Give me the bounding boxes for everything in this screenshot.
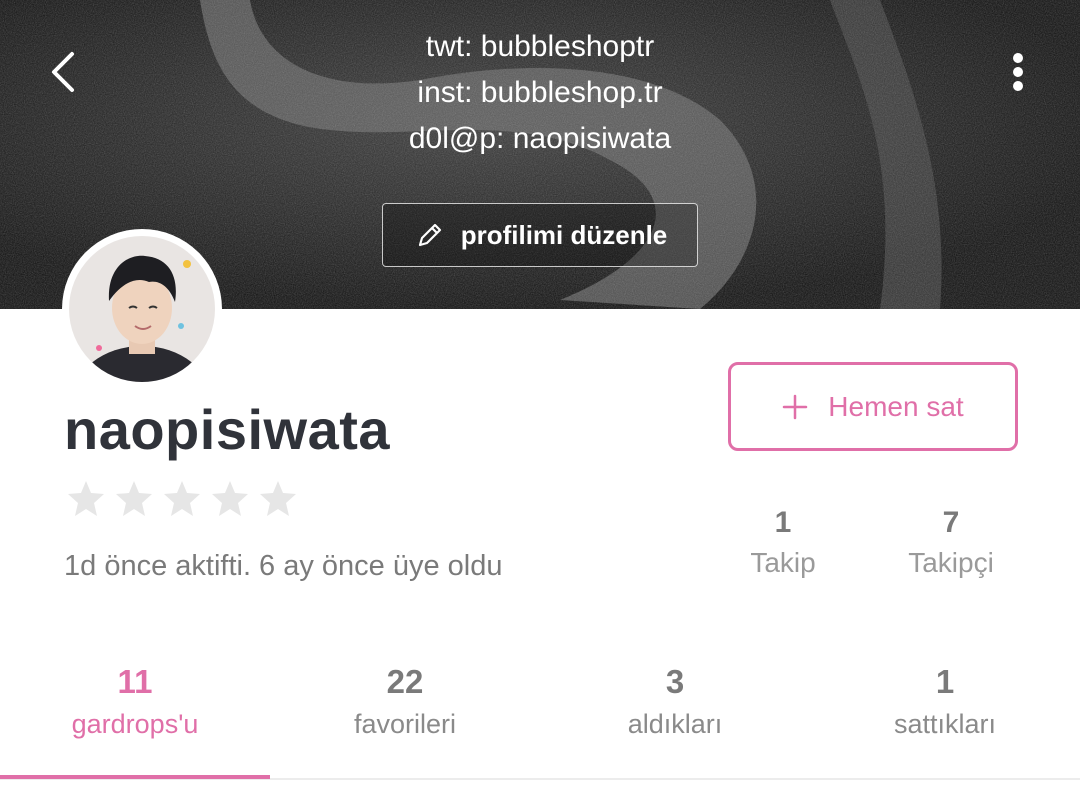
star-icon	[116, 481, 152, 516]
more-vertical-icon	[1013, 53, 1023, 91]
tab-purchased[interactable]: 3 aldıkları	[540, 660, 810, 778]
following-label: Takip	[750, 547, 816, 578]
plus-icon	[783, 394, 808, 419]
edit-profile-label: profilimi düzenle	[460, 219, 668, 250]
star-icon	[164, 481, 200, 516]
tab-count: 3	[665, 663, 685, 700]
more-options-button[interactable]	[1000, 46, 1036, 98]
following-stat[interactable]: 1 Takip	[708, 505, 858, 585]
tab-label: aldıkları	[627, 709, 723, 739]
profile-bio: twt: bubbleshoptr inst: bubbleshop.tr d0…	[0, 24, 1080, 162]
avatar[interactable]	[62, 229, 222, 389]
followers-label: Takipçi	[908, 547, 994, 578]
following-count: 1	[774, 506, 792, 539]
tab-sold[interactable]: 1 sattıkları	[810, 660, 1080, 778]
tab-count: 22	[386, 663, 424, 700]
edit-profile-button[interactable]: profilimi düzenle	[382, 203, 698, 267]
tab-label: favorileri	[353, 709, 457, 739]
followers-stat[interactable]: 7 Takipçi	[876, 505, 1026, 585]
tab-label: gardrops'u	[71, 709, 199, 739]
profile-tabs: 11 gardrops'u 22 favorileri 3 aldıkları …	[0, 660, 1080, 780]
tab-label: sattıkları	[893, 709, 997, 739]
bio-line: inst: bubbleshop.tr	[417, 76, 663, 109]
sell-now-button[interactable]: Hemen sat	[728, 362, 1018, 451]
bio-line: d0l@p: naopisiwata	[408, 122, 672, 155]
username: naopisiwata	[64, 398, 391, 461]
tab-count: 1	[935, 663, 955, 700]
tab-favorites[interactable]: 22 favorileri	[270, 660, 540, 778]
star-icon	[212, 481, 248, 516]
tab-wardrobe[interactable]: 11 gardrops'u	[0, 660, 270, 778]
activity-text: 1d önce aktifti. 6 ay önce üye oldu	[64, 550, 503, 582]
bio-line: twt: bubbleshoptr	[425, 30, 655, 63]
active-tab-indicator	[0, 775, 270, 779]
tab-count: 11	[117, 663, 153, 700]
avatar-photo	[69, 236, 215, 382]
star-icon	[260, 481, 296, 516]
sell-now-label: Hemen sat	[828, 390, 964, 422]
followers-count: 7	[942, 506, 960, 539]
star-icon	[68, 481, 104, 516]
pencil-icon	[418, 223, 441, 247]
rating-stars	[66, 478, 298, 518]
